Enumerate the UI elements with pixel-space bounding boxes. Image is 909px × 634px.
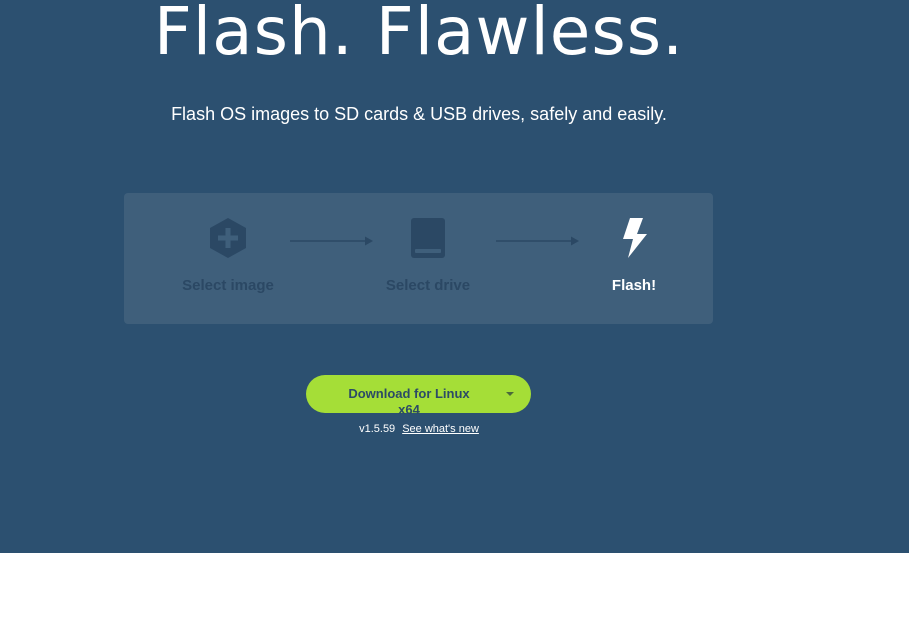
drive-icon bbox=[411, 218, 445, 258]
plus-hexagon-icon bbox=[210, 218, 246, 258]
version-label: v1.5.59 bbox=[359, 423, 396, 435]
download-button-label: Download for Linux x64 bbox=[348, 386, 470, 417]
lightning-bolt-icon bbox=[623, 218, 647, 258]
hero-section: Flash. Flawless. Flash OS images to SD c… bbox=[0, 0, 909, 553]
step-flash: Flash! bbox=[559, 217, 709, 295]
step-select-drive: Select drive bbox=[353, 217, 503, 295]
caret-down-icon[interactable] bbox=[506, 392, 514, 396]
step-label: Select drive bbox=[385, 277, 471, 294]
step-label: Select image bbox=[182, 277, 274, 294]
step-select-image: Select image bbox=[153, 217, 303, 295]
step-label: Flash! bbox=[611, 277, 657, 294]
whats-new-link[interactable]: See what's new bbox=[402, 423, 479, 435]
tagline: Flash OS images to SD cards & USB drives… bbox=[171, 104, 667, 124]
version-row: v1.5.59 See what's new bbox=[0, 422, 838, 436]
download-button[interactable]: Download for Linux x64 bbox=[306, 375, 531, 417]
page-title: Flash. Flawless. bbox=[153, 0, 685, 70]
steps-panel: Select image Select drive Flash! bbox=[124, 193, 713, 324]
